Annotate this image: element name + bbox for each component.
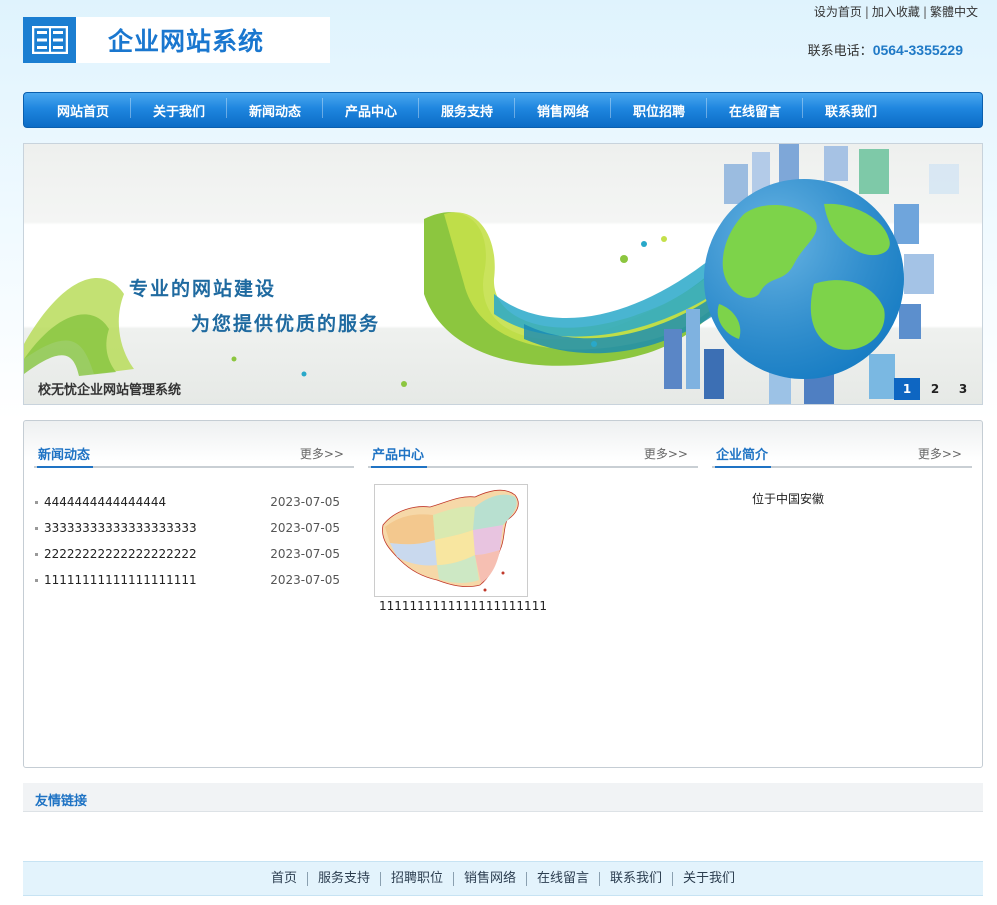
news-item[interactable]: 22222222222222222222 2023-07-05 — [34, 541, 354, 567]
about-header: 企业简介 更多>> — [712, 443, 972, 468]
product-name[interactable]: 1111111111111111111111 — [379, 599, 698, 613]
news-header: 新闻动态 更多>> — [34, 443, 354, 468]
set-homepage-link[interactable]: 设为首页 — [814, 5, 862, 19]
products-title[interactable]: 产品中心 — [371, 444, 428, 468]
products-section: 产品中心 更多>> 1111111111111111111111 — [368, 443, 698, 613]
news-item-date: 2023-07-05 — [270, 573, 340, 587]
news-item[interactable]: 4444444444444444 2023-07-05 — [34, 489, 354, 515]
banner-page-3[interactable]: 3 — [950, 378, 976, 400]
banner-page-1[interactable]: 1 — [894, 378, 920, 400]
news-item[interactable]: 33333333333333333333 2023-07-05 — [34, 515, 354, 541]
footer-link-home[interactable]: 首页 — [261, 871, 308, 886]
footer-link-service[interactable]: 服务支持 — [308, 871, 381, 886]
nav-news[interactable]: 新闻动态 — [227, 97, 323, 120]
nav-products[interactable]: 产品中心 — [323, 97, 419, 120]
news-title[interactable]: 新闻动态 — [37, 444, 94, 468]
traditional-chinese-link[interactable]: 繁體中文 — [930, 5, 978, 19]
footer-link-sales[interactable]: 销售网络 — [454, 871, 527, 886]
news-more-link[interactable]: 更多>> — [300, 445, 344, 462]
footer-link-about[interactable]: 关于我们 — [673, 871, 745, 886]
contact-phone: 联系电话：0564-3355229 — [808, 40, 963, 59]
site-logo[interactable]: 企业网站系统 — [23, 17, 330, 63]
nav-contact[interactable]: 联系我们 — [803, 101, 899, 120]
friend-links-title: 友情链接 — [35, 794, 88, 809]
logo-text: 企业网站系统 — [108, 27, 265, 56]
banner-slideshow[interactable]: 专业的网站建设 为您提供优质的服务 校无忧企业网站管理系统 1 2 3 — [23, 143, 983, 405]
nav-jobs[interactable]: 职位招聘 — [611, 97, 707, 120]
banner-page-2[interactable]: 2 — [922, 378, 948, 400]
news-item-date: 2023-07-05 — [270, 547, 340, 561]
footer-link-contact[interactable]: 联系我们 — [600, 871, 674, 886]
top-links: 设为首页 | 加入收藏 | 繁體中文 — [814, 3, 978, 20]
news-item-date: 2023-07-05 — [270, 521, 340, 535]
about-section: 企业简介 更多>> 位于中国安徽 — [712, 443, 972, 507]
nav-message[interactable]: 在线留言 — [707, 97, 803, 120]
separator: | — [922, 5, 927, 19]
news-item-title[interactable]: 4444444444444444 — [44, 495, 166, 509]
friend-links: 友情链接 — [23, 783, 983, 812]
banner-pager: 1 2 3 — [892, 378, 976, 400]
nav-service[interactable]: 服务支持 — [419, 97, 515, 120]
news-item[interactable]: 11111111111111111111 2023-07-05 — [34, 567, 354, 593]
news-list: 4444444444444444 2023-07-05 3333333333333… — [34, 489, 354, 593]
products-header: 产品中心 更多>> — [368, 443, 698, 468]
nav-about[interactable]: 关于我们 — [131, 97, 227, 120]
news-item-title[interactable]: 22222222222222222222 — [44, 547, 197, 561]
contact-label: 联系电话： — [807, 44, 873, 59]
footer-link-message[interactable]: 在线留言 — [527, 871, 601, 886]
about-more-link[interactable]: 更多>> — [918, 445, 962, 462]
products-more-link[interactable]: 更多>> — [644, 445, 688, 462]
nav-sales[interactable]: 销售网络 — [515, 97, 611, 120]
main-content: 新闻动态 更多>> 4444444444444444 2023-07-05 333… — [23, 420, 983, 768]
nav-home[interactable]: 网站首页 — [35, 97, 131, 120]
product-image[interactable] — [374, 484, 528, 597]
banner-slogan-1: 专业的网站建设 — [129, 278, 277, 300]
banner-caption: 校无忧企业网站管理系统 — [38, 383, 182, 398]
logo-icon — [23, 17, 76, 63]
china-map-image — [375, 485, 527, 596]
news-item-title[interactable]: 33333333333333333333 — [44, 521, 197, 535]
main-nav: 网站首页 关于我们 新闻动态 产品中心 服务支持 销售网络 职位招聘 在线留言 … — [23, 92, 983, 128]
banner-slogan-2: 为您提供优质的服务 — [191, 313, 381, 335]
separator: | — [864, 5, 869, 19]
about-text: 位于中国安徽 — [752, 492, 825, 506]
about-title[interactable]: 企业简介 — [715, 444, 772, 468]
news-item-date: 2023-07-05 — [270, 495, 340, 509]
phone-number: 0564-3355229 — [872, 42, 963, 58]
news-item-title[interactable]: 11111111111111111111 — [44, 573, 197, 587]
footer-link-jobs[interactable]: 招聘职位 — [381, 871, 454, 886]
add-favorite-link[interactable]: 加入收藏 — [872, 5, 920, 19]
news-section: 新闻动态 更多>> 4444444444444444 2023-07-05 333… — [34, 443, 354, 593]
footer-nav: 首页 服务支持 招聘职位 销售网络 在线留言 联系我们 关于我们 — [23, 861, 983, 896]
